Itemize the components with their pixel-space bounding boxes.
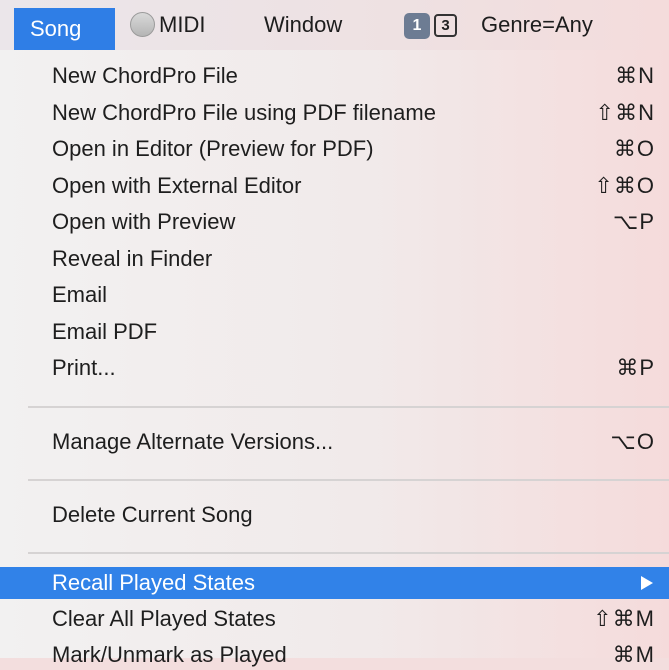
menu-item-label: Reveal in Finder xyxy=(52,246,213,271)
menu-item-shortcut: ⌘P xyxy=(616,355,655,380)
menu-item-new-chordpro-file-pdf[interactable]: New ChordPro File using PDF filename ⇧⌘N xyxy=(0,97,669,128)
menu-midi[interactable]: MIDI xyxy=(130,0,205,50)
menu-item-label: New ChordPro File xyxy=(52,63,238,88)
menu-item-label: Mark/Unmark as Played xyxy=(52,642,287,667)
menu-item-reveal-in-finder[interactable]: Reveal in Finder xyxy=(0,243,669,274)
menu-window[interactable]: Window xyxy=(264,0,342,50)
menu-item-label: Manage Alternate Versions... xyxy=(52,429,334,454)
menu-item-shortcut: ⌘M xyxy=(612,642,655,667)
menu-item-label: Open in Editor (Preview for PDF) xyxy=(52,136,374,161)
menu-separator xyxy=(28,479,669,481)
menu-midi-label: MIDI xyxy=(159,12,206,37)
menu-bar: Song MIDI Window 1 3 Genre=Any xyxy=(0,0,669,50)
total-songs-badge: 3 xyxy=(434,14,457,37)
menu-item-open-with-preview[interactable]: Open with Preview ⌥P xyxy=(0,206,669,237)
menu-item-shortcut: ⇧⌘M xyxy=(593,606,655,631)
menu-song[interactable]: Song xyxy=(14,8,115,50)
menu-item-email-pdf[interactable]: Email PDF xyxy=(0,316,669,347)
menu-item-new-chordpro-file[interactable]: New ChordPro File ⌘N xyxy=(0,60,669,91)
menu-item-email[interactable]: Email xyxy=(0,279,669,310)
menu-item-label: Recall Played States xyxy=(52,570,255,595)
menu-item-shortcut: ⇧⌘O xyxy=(594,173,655,198)
menu-item-shortcut: ⌥O xyxy=(610,429,655,454)
menu-item-manage-alternate-versions[interactable]: Manage Alternate Versions... ⌥O xyxy=(0,426,669,457)
menu-item-label: New ChordPro File using PDF filename xyxy=(52,100,436,125)
menu-item-open-external-editor[interactable]: Open with External Editor ⇧⌘O xyxy=(0,170,669,201)
menu-genre-filter[interactable]: Genre=Any xyxy=(481,0,593,50)
menu-item-shortcut: ⌘N xyxy=(615,63,655,88)
menu-item-clear-all-played-states[interactable]: Clear All Played States ⇧⌘M xyxy=(0,603,669,634)
menu-item-open-in-editor[interactable]: Open in Editor (Preview for PDF) ⌘O xyxy=(0,133,669,164)
song-menu-dropdown: New ChordPro File ⌘N New ChordPro File u… xyxy=(0,50,669,667)
menu-separator xyxy=(28,406,669,408)
menu-item-shortcut: ⇧⌘N xyxy=(595,100,655,125)
menu-item-label: Email PDF xyxy=(52,319,158,344)
menu-item-label: Delete Current Song xyxy=(52,502,253,527)
menu-item-label: Email xyxy=(52,282,108,307)
menu-item-label: Clear All Played States xyxy=(52,606,276,631)
menu-item-print[interactable]: Print... ⌘P xyxy=(0,352,669,383)
menu-item-shortcut: ⌥P xyxy=(612,209,655,234)
menu-item-mark-unmark-played[interactable]: Mark/Unmark as Played ⌘M xyxy=(0,639,669,670)
submenu-arrow-icon xyxy=(641,576,653,590)
menu-item-label: Open with External Editor xyxy=(52,173,302,198)
menu-item-delete-current-song[interactable]: Delete Current Song xyxy=(0,499,669,530)
menu-item-shortcut: ⌘O xyxy=(613,136,655,161)
menu-separator xyxy=(28,552,669,554)
menu-item-label: Open with Preview xyxy=(52,209,236,234)
current-song-badge: 1 xyxy=(404,13,430,39)
midi-status-icon xyxy=(130,12,155,37)
menu-item-recall-played-states[interactable]: Recall Played States xyxy=(0,567,669,599)
menu-item-label: Print... xyxy=(52,355,116,380)
